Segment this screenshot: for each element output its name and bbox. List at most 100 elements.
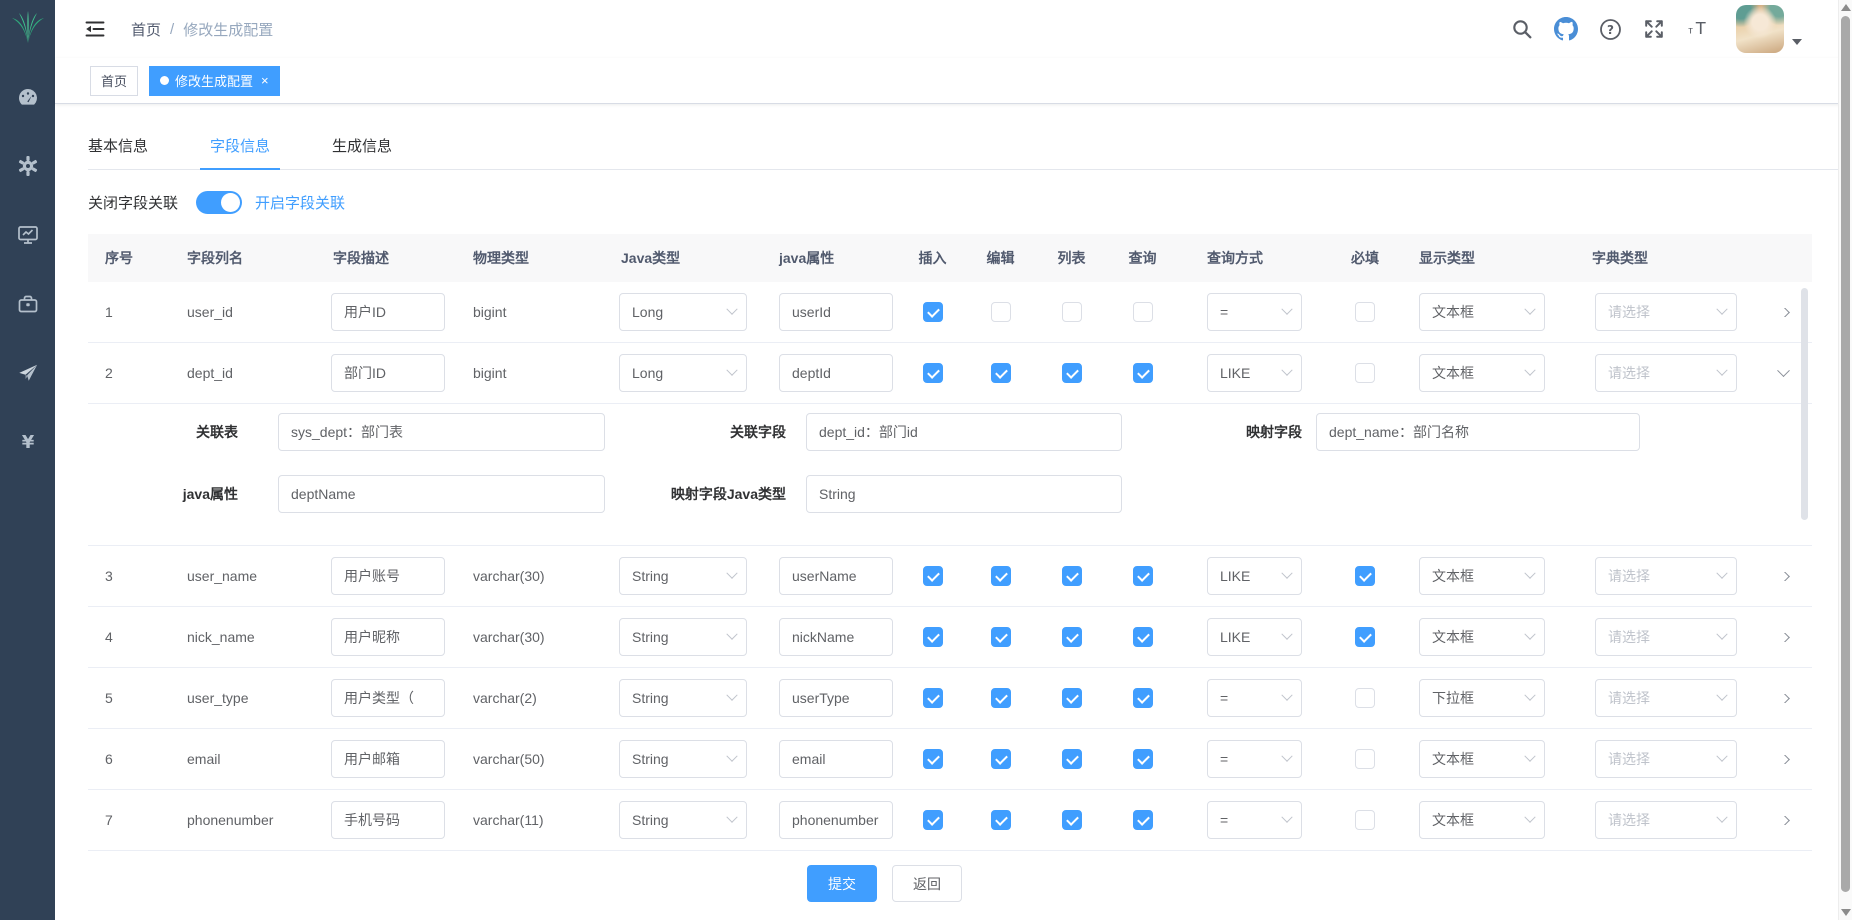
table-scrollbar-thumb[interactable]: [1801, 288, 1808, 520]
java-type-select[interactable]: String: [619, 801, 747, 839]
sidebar-item-monitor[interactable]: [17, 224, 39, 246]
query-checkbox[interactable]: [1133, 810, 1153, 830]
edit-checkbox[interactable]: [991, 566, 1011, 586]
query-checkbox[interactable]: [1133, 749, 1153, 769]
list-checkbox[interactable]: [1062, 627, 1082, 647]
display-type-select[interactable]: 文本框: [1419, 557, 1545, 595]
sidebar-item-pay[interactable]: ¥: [17, 431, 39, 453]
java-field-input[interactable]: [779, 801, 893, 839]
list-checkbox[interactable]: [1062, 302, 1082, 322]
java-type-select[interactable]: String: [619, 679, 747, 717]
description-input[interactable]: [331, 557, 445, 595]
description-input[interactable]: [331, 354, 445, 392]
dict-type-select[interactable]: 请选择: [1595, 801, 1737, 839]
relation-field-select[interactable]: dept_id：部门id: [806, 413, 1122, 451]
insert-checkbox[interactable]: [923, 749, 943, 769]
user-menu[interactable]: [1736, 5, 1802, 53]
list-checkbox[interactable]: [1062, 749, 1082, 769]
description-input[interactable]: [331, 679, 445, 717]
java-type-select[interactable]: String: [619, 740, 747, 778]
java-field-input[interactable]: [779, 354, 893, 392]
java-attr-input[interactable]: [278, 475, 605, 513]
required-checkbox[interactable]: [1355, 749, 1375, 769]
breadcrumb-home[interactable]: 首页: [131, 19, 161, 40]
java-type-select[interactable]: String: [619, 557, 747, 595]
edit-checkbox[interactable]: [991, 688, 1011, 708]
sidebar-item-send[interactable]: [17, 362, 39, 384]
edit-checkbox[interactable]: [991, 302, 1011, 322]
fullscreen-icon[interactable]: [1642, 17, 1666, 41]
page-scrollbar-thumb[interactable]: [1841, 16, 1850, 892]
query-method-select[interactable]: LIKE: [1207, 618, 1302, 656]
expand-row-icon[interactable]: [1777, 816, 1790, 825]
edit-checkbox[interactable]: [991, 627, 1011, 647]
mapping-java-type-select[interactable]: String: [806, 475, 1122, 513]
required-checkbox[interactable]: [1355, 627, 1375, 647]
expand-row-icon[interactable]: [1777, 755, 1790, 764]
expand-row-icon[interactable]: [1777, 633, 1790, 642]
list-checkbox[interactable]: [1062, 810, 1082, 830]
query-checkbox[interactable]: [1133, 302, 1153, 322]
description-input[interactable]: [331, 740, 445, 778]
edit-checkbox[interactable]: [991, 363, 1011, 383]
expand-row-icon[interactable]: [1777, 308, 1790, 317]
query-method-select[interactable]: =: [1207, 679, 1302, 717]
required-checkbox[interactable]: [1355, 688, 1375, 708]
mapping-field-select[interactable]: dept_name：部门名称: [1316, 413, 1640, 451]
description-input[interactable]: [331, 618, 445, 656]
user-avatar[interactable]: [1736, 5, 1784, 53]
edit-checkbox[interactable]: [991, 749, 1011, 769]
sidebar-item-system[interactable]: [17, 155, 39, 177]
font-size-icon[interactable]: т T: [1686, 17, 1710, 41]
query-checkbox[interactable]: [1133, 363, 1153, 383]
display-type-select[interactable]: 文本框: [1419, 618, 1545, 656]
required-checkbox[interactable]: [1355, 566, 1375, 586]
scroll-down-icon[interactable]: [1841, 909, 1851, 916]
dict-type-select[interactable]: 请选择: [1595, 354, 1737, 392]
submit-button[interactable]: 提交: [807, 865, 877, 902]
java-field-input[interactable]: [779, 679, 893, 717]
java-field-input[interactable]: [779, 293, 893, 331]
app-logo[interactable]: [0, 0, 55, 56]
tab-field-info[interactable]: 字段信息: [210, 122, 270, 169]
description-input[interactable]: [331, 293, 445, 331]
display-type-select[interactable]: 文本框: [1419, 354, 1545, 392]
tag-home[interactable]: 首页: [90, 66, 138, 96]
sidebar-item-tool[interactable]: [17, 293, 39, 315]
sidebar-item-dashboard[interactable]: [17, 86, 39, 108]
java-field-input[interactable]: [779, 740, 893, 778]
expand-row-icon[interactable]: [1777, 369, 1790, 377]
dict-type-select[interactable]: 请选择: [1595, 293, 1737, 331]
query-method-select[interactable]: =: [1207, 293, 1302, 331]
scroll-up-icon[interactable]: [1841, 4, 1851, 11]
java-type-select[interactable]: Long: [619, 293, 747, 331]
required-checkbox[interactable]: [1355, 810, 1375, 830]
list-checkbox[interactable]: [1062, 688, 1082, 708]
description-input[interactable]: [331, 801, 445, 839]
relation-table-select[interactable]: sys_dept：部门表: [278, 413, 605, 451]
github-icon[interactable]: [1554, 17, 1578, 41]
search-icon[interactable]: [1510, 17, 1534, 41]
display-type-select[interactable]: 文本框: [1419, 740, 1545, 778]
help-icon[interactable]: ?: [1598, 17, 1622, 41]
list-checkbox[interactable]: [1062, 363, 1082, 383]
insert-checkbox[interactable]: [923, 566, 943, 586]
java-type-select[interactable]: Long: [619, 354, 747, 392]
insert-checkbox[interactable]: [923, 302, 943, 322]
display-type-select[interactable]: 文本框: [1419, 293, 1545, 331]
close-icon[interactable]: ×: [261, 73, 269, 88]
query-method-select[interactable]: =: [1207, 801, 1302, 839]
query-checkbox[interactable]: [1133, 566, 1153, 586]
java-field-input[interactable]: [779, 557, 893, 595]
query-checkbox[interactable]: [1133, 627, 1153, 647]
required-checkbox[interactable]: [1355, 302, 1375, 322]
query-method-select[interactable]: =: [1207, 740, 1302, 778]
expand-row-icon[interactable]: [1777, 694, 1790, 703]
query-checkbox[interactable]: [1133, 688, 1153, 708]
tab-basic-info[interactable]: 基本信息: [88, 122, 148, 169]
java-type-select[interactable]: String: [619, 618, 747, 656]
sidebar-fold-icon[interactable]: [85, 19, 105, 39]
display-type-select[interactable]: 文本框: [1419, 801, 1545, 839]
insert-checkbox[interactable]: [923, 688, 943, 708]
java-field-input[interactable]: [779, 618, 893, 656]
